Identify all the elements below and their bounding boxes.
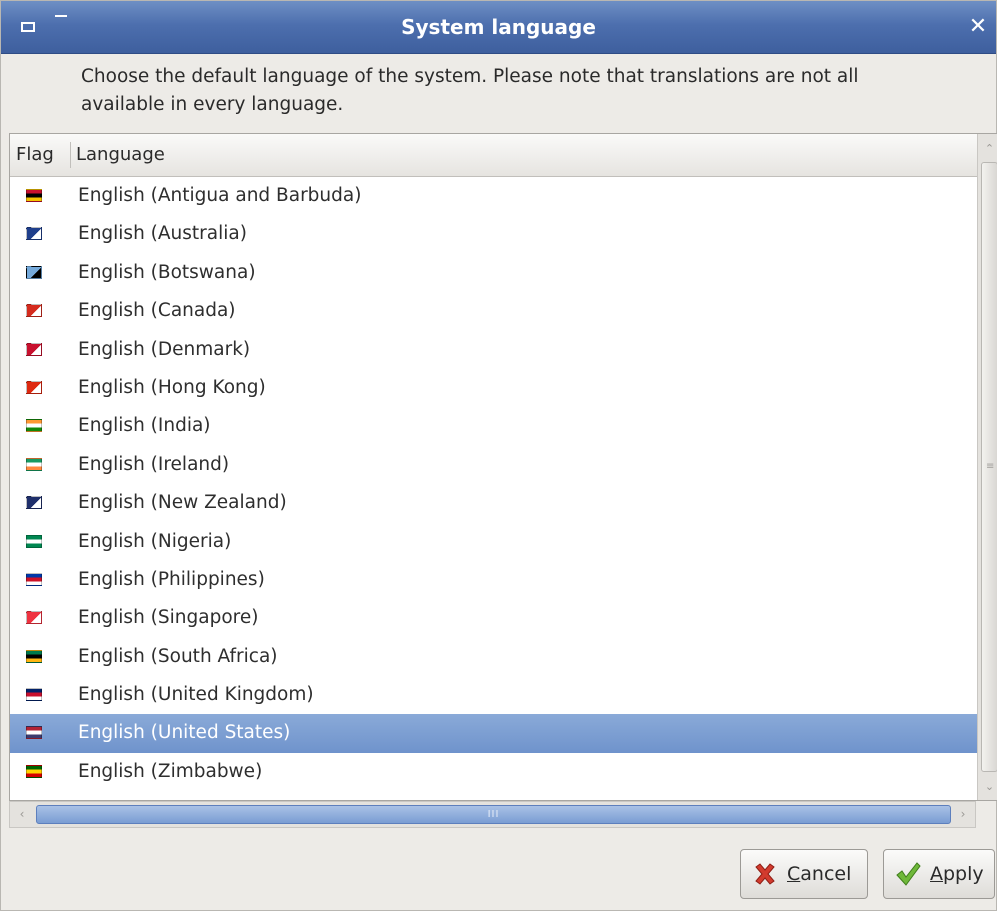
list-item[interactable]: English (Nigeria) — [10, 523, 977, 561]
denmark-flag-icon — [26, 342, 42, 356]
apply-label: Apply — [930, 863, 984, 885]
language-label: English (Botswana) — [78, 261, 256, 283]
list-item[interactable]: English (Zimbabwe) — [10, 753, 977, 791]
list-item[interactable]: English (Singapore) — [10, 599, 977, 637]
list-item[interactable]: English (India) — [10, 407, 977, 445]
language-rows: English (Antigua and Barbuda) English (Au… — [10, 177, 977, 791]
column-separator[interactable] — [70, 142, 71, 168]
close-icon[interactable]: ✕ — [964, 13, 992, 41]
language-label: English (Antigua and Barbuda) — [78, 185, 362, 206]
list-item[interactable]: English (Denmark) — [10, 331, 977, 369]
list-item[interactable]: English (Canada) — [10, 292, 977, 330]
scroll-left-icon[interactable]: ‹ — [12, 804, 32, 825]
language-list[interactable]: Flag Language English (Antigua and Barbu… — [9, 133, 997, 801]
zimbabwe-flag-icon — [26, 764, 42, 778]
list-item[interactable]: English (Hong Kong) — [10, 369, 977, 407]
scroll-right-icon[interactable]: › — [953, 804, 973, 825]
singapore-flag-icon — [26, 611, 42, 625]
united-states-flag-icon — [26, 726, 42, 740]
nigeria-flag-icon — [26, 534, 42, 548]
list-header: Flag Language — [10, 134, 977, 177]
philippines-flag-icon — [26, 572, 42, 586]
horizontal-scrollbar[interactable]: ‹ III › — [9, 801, 976, 828]
language-label: English (New Zealand) — [78, 492, 287, 514]
new-zealand-flag-icon — [26, 496, 42, 510]
scroll-up-icon[interactable]: ⌃ — [980, 138, 997, 160]
dialog-description: Choose the default language of the syste… — [81, 66, 859, 115]
language-label: English (United Kingdom) — [78, 684, 314, 706]
india-flag-icon — [26, 419, 42, 433]
language-label: English (United States) — [78, 722, 291, 744]
list-item[interactable]: English (Australia) — [10, 215, 977, 253]
antigua-flag-icon — [26, 189, 42, 202]
language-label: English (South Africa) — [78, 645, 278, 667]
australia-flag-icon — [26, 227, 42, 241]
title-bar[interactable]: System language ✕ — [1, 1, 996, 54]
language-label: English (India) — [78, 415, 211, 437]
cancel-icon — [755, 863, 775, 885]
language-label: English (Zimbabwe) — [78, 760, 263, 782]
list-item[interactable]: English (United Kingdom) — [10, 676, 977, 714]
language-label: English (Australia) — [78, 223, 247, 245]
language-label: English (Singapore) — [78, 607, 259, 629]
list-item[interactable]: English (Philippines) — [10, 561, 977, 599]
apply-button[interactable]: Apply — [883, 849, 995, 899]
cancel-label: Cancel — [787, 863, 852, 885]
united-kingdom-flag-icon — [26, 688, 42, 702]
column-header-flag[interactable]: Flag — [16, 134, 54, 176]
vertical-scrollbar[interactable]: ⌃ ≡ ⌄ — [977, 134, 997, 800]
scroll-down-icon[interactable]: ⌄ — [980, 776, 997, 798]
language-label: English (Canada) — [78, 300, 236, 322]
list-item[interactable]: English (Antigua and Barbuda) — [10, 177, 977, 215]
canada-flag-icon — [26, 304, 42, 318]
south-africa-flag-icon — [26, 649, 42, 663]
language-label: English (Ireland) — [78, 453, 230, 475]
checkmark-icon — [896, 862, 921, 886]
system-language-dialog: System language ✕ Choose the default lan… — [0, 0, 997, 911]
list-item[interactable]: English (Ireland) — [10, 446, 977, 484]
column-header-language[interactable]: Language — [76, 134, 165, 176]
ireland-flag-icon — [26, 457, 42, 471]
horizontal-scroll-thumb[interactable]: III — [36, 805, 951, 824]
grip-icon: III — [487, 809, 500, 820]
list-item[interactable]: English (New Zealand) — [10, 484, 977, 522]
list-item[interactable]: English (South Africa) — [10, 638, 977, 676]
language-label: English (Philippines) — [78, 568, 265, 590]
hong-kong-flag-icon — [26, 380, 42, 394]
language-label: English (Hong Kong) — [78, 376, 266, 398]
list-item[interactable]: English (United States) — [10, 714, 977, 753]
window-title: System language — [401, 15, 596, 39]
botswana-flag-icon — [26, 265, 42, 279]
vertical-scroll-thumb[interactable]: ≡ — [981, 162, 997, 772]
language-label: English (Nigeria) — [78, 530, 232, 552]
list-item[interactable]: English (Botswana) — [10, 254, 977, 292]
grip-icon: ≡ — [986, 461, 995, 472]
cancel-button[interactable]: Cancel — [740, 849, 868, 899]
language-label: English (Denmark) — [78, 338, 251, 360]
